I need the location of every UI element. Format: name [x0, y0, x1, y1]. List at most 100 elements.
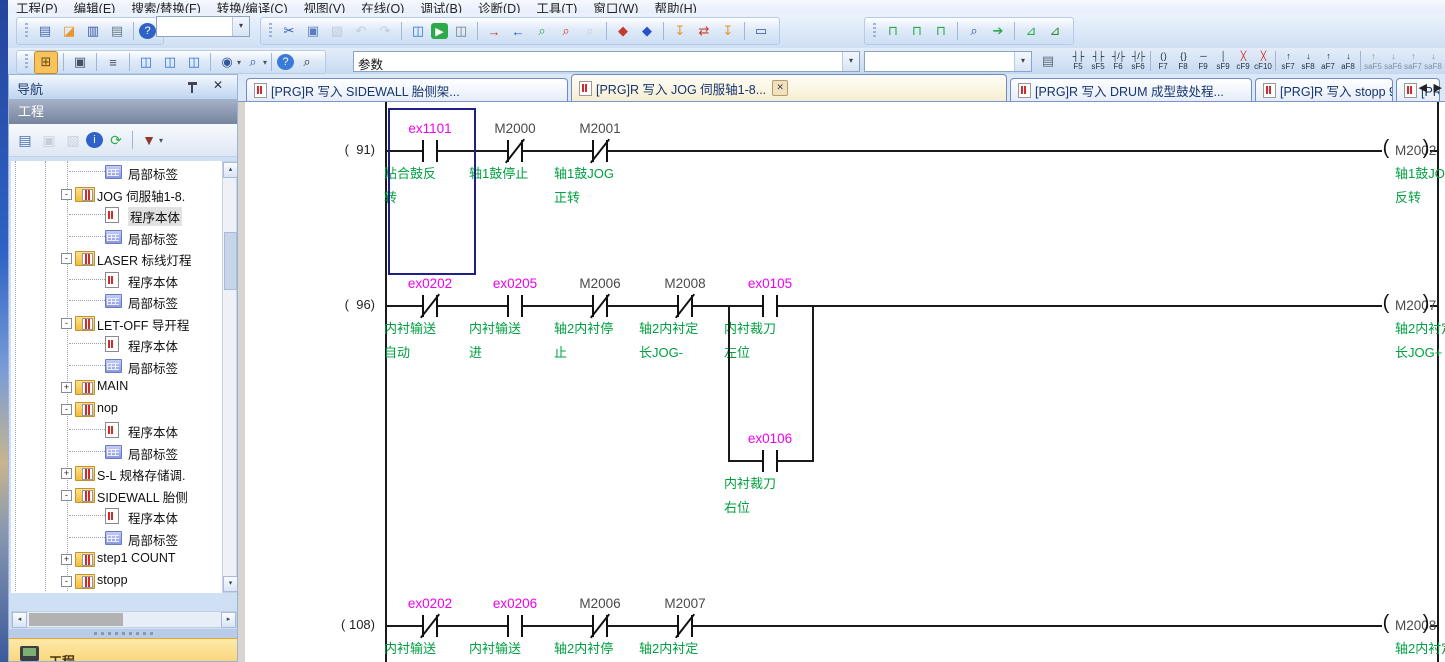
tree-item[interactable]: 局部标签: [11, 441, 222, 463]
ladder-symbol-saF7-icon[interactable]: ↑saF7: [1403, 50, 1423, 72]
tree-item-label[interactable]: 局部标签: [128, 530, 178, 549]
nav-refresh-icon[interactable]: ⟳: [105, 130, 127, 151]
plc-write-icon[interactable]: →: [483, 21, 505, 42]
ladder-symbol-sF6-icon[interactable]: ┤/├sF6: [1128, 50, 1148, 72]
tree-item[interactable]: -LET-OFF 导开程: [11, 312, 222, 334]
menu-item[interactable]: 搜索/替换(F): [123, 0, 208, 14]
menu-item[interactable]: 帮助(H): [646, 0, 704, 14]
tree-item-label[interactable]: 局部标签: [128, 293, 178, 312]
document-tab[interactable]: [PRG]R 写入 stopp 93步: [1255, 78, 1393, 101]
chevron-down-icon[interactable]: ▾: [1014, 52, 1031, 71]
tree-item[interactable]: +S-L 规格存储调.: [11, 462, 222, 484]
scroll-right-icon[interactable]: ▸: [221, 612, 236, 628]
contact-ex0106[interactable]: [760, 449, 780, 473]
sampling-trace-1-icon[interactable]: ⊓: [882, 21, 904, 42]
remote-operation-icon[interactable]: ▭: [750, 21, 772, 42]
sampling-trace-2-icon[interactable]: ⊓: [906, 21, 928, 42]
contact-M2008[interactable]: [675, 294, 695, 318]
ladder-symbol-cF10-icon[interactable]: ╳cF10: [1253, 50, 1273, 72]
tree-item-label[interactable]: S-L 规格存储调.: [97, 465, 185, 484]
verify-icon[interactable]: ⇄: [693, 21, 715, 42]
tree-item[interactable]: - JOG 伺服轴1-8.: [11, 183, 222, 205]
ladder-symbol-F6-icon[interactable]: ┤/├F6: [1108, 50, 1128, 72]
ladder-test-icon[interactable]: ▶: [431, 23, 448, 39]
contact-ex0202[interactable]: [420, 614, 440, 638]
scroll-up-icon[interactable]: ▴: [223, 162, 238, 178]
menu-item[interactable]: 窗口(W): [585, 0, 646, 14]
print-icon[interactable]: ▤: [106, 21, 128, 42]
navigation-toggle-icon[interactable]: ⊞: [34, 51, 58, 74]
monitor-stop-icon[interactable]: ⌕: [555, 21, 577, 42]
ladder-symbol-sF5-icon[interactable]: ┤├sF5: [1088, 50, 1108, 72]
contact-M2006[interactable]: [590, 614, 610, 638]
tree-item-label[interactable]: 局部标签: [128, 358, 178, 377]
window-select-combo[interactable]: 参数 ▾: [353, 51, 860, 72]
cut-icon[interactable]: ✂: [278, 21, 300, 42]
device-find-icon[interactable]: ⌕: [242, 52, 264, 73]
tree-item[interactable]: 程序本体: [11, 269, 222, 291]
save-icon[interactable]: ▥: [82, 21, 104, 42]
new-file-icon[interactable]: ▤: [34, 21, 56, 42]
open-file-icon[interactable]: ◪: [58, 21, 80, 42]
expand-icon[interactable]: +: [61, 554, 72, 565]
ladder-canvas[interactable]: ( 91)ex1101贴合鼓反转M2000轴1鼓停止M2001轴1鼓JOG正转(…: [238, 101, 1445, 662]
scroll-down-icon[interactable]: ▾: [223, 576, 238, 592]
contact-ex0206[interactable]: [505, 614, 525, 638]
nav-sort-icon-dropdown[interactable]: ▾: [159, 136, 163, 145]
scroll-left-icon[interactable]: ◂: [12, 612, 27, 628]
device-display-icon-dropdown[interactable]: ▾: [237, 58, 241, 67]
device-batch-icon[interactable]: ◫: [183, 52, 205, 73]
transfer-icon[interactable]: ↧: [717, 21, 739, 42]
tree-item-label[interactable]: 局部标签: [128, 229, 178, 248]
collapse-icon[interactable]: -: [61, 404, 72, 415]
menu-item[interactable]: 视图(V): [296, 0, 354, 14]
menu-item[interactable]: 转换/编译(C): [209, 0, 296, 14]
collapse-icon[interactable]: -: [61, 318, 72, 329]
tree-item[interactable]: 程序本体: [11, 419, 222, 441]
plc-read-icon[interactable]: ←: [507, 21, 529, 42]
ladder-symbol-cF9-icon[interactable]: ╳cF9: [1233, 50, 1253, 72]
nav-sort-icon[interactable]: ▼: [138, 130, 160, 151]
tree-item-label[interactable]: nop: [97, 401, 118, 415]
nav-copy-icon[interactable]: ▣: [38, 130, 60, 151]
ladder-symbol-sF7-icon[interactable]: ↑sF7: [1278, 50, 1298, 72]
pin-icon[interactable]: [188, 82, 197, 96]
nav-property-icon[interactable]: i: [86, 132, 103, 148]
device-display-icon[interactable]: ◫: [407, 21, 429, 42]
panel-splitter[interactable]: [9, 629, 237, 638]
ladder-symbol-aF7-icon[interactable]: ↑aF7: [1318, 50, 1338, 72]
contact-M2006[interactable]: [590, 294, 610, 318]
tab-close-icon[interactable]: ✕: [772, 80, 788, 96]
tree-vertical-scrollbar[interactable]: ▴ ▾: [222, 161, 237, 593]
tree-item-label[interactable]: step1 COUNT: [97, 551, 176, 565]
tree-item-label[interactable]: 程序本体: [128, 272, 178, 291]
device-memory-icon[interactable]: ◫: [159, 52, 181, 73]
menu-item[interactable]: 工具(T): [528, 0, 585, 14]
tree-item-label[interactable]: JOG 伺服轴1-8.: [97, 186, 185, 205]
ladder-symbol-F5-icon[interactable]: ┤├F5: [1068, 50, 1088, 72]
transfer-setup-icon[interactable]: ↧: [669, 21, 691, 42]
device-find-icon-dropdown[interactable]: ▾: [263, 58, 267, 67]
device-display-icon[interactable]: ◉: [216, 52, 238, 73]
tree-item[interactable]: - SIDEWALL 胎侧: [11, 484, 222, 506]
collapse-icon[interactable]: -: [61, 576, 72, 587]
tree-item-label[interactable]: SIDEWALL 胎侧: [97, 487, 188, 506]
tree-item[interactable]: -stopp: [11, 570, 222, 592]
tree-item-label[interactable]: 局部标签: [128, 164, 178, 183]
menu-item[interactable]: 调试(B): [412, 0, 470, 14]
new-window-icon[interactable]: ▤: [1037, 50, 1059, 71]
ladder-symbol-F7-icon[interactable]: ( )F7: [1153, 50, 1173, 72]
tree-item-label[interactable]: 局部标签: [128, 444, 178, 463]
contact-ex0105[interactable]: [760, 294, 780, 318]
sampling-trace-3-icon[interactable]: ⊓: [930, 21, 952, 42]
paste-icon[interactable]: ▧: [326, 21, 348, 42]
redo-icon[interactable]: ↷: [374, 21, 396, 42]
copy-icon[interactable]: ▣: [302, 21, 324, 42]
find-combo[interactable]: ▾: [864, 51, 1032, 72]
collapse-icon[interactable]: -: [61, 189, 72, 200]
tree-item[interactable]: 局部标签: [11, 527, 222, 549]
expand-icon[interactable]: +: [61, 382, 72, 393]
tree-horizontal-scrollbar[interactable]: ◂ ▸: [11, 611, 237, 628]
help-icon[interactable]: ?: [139, 23, 156, 39]
collapse-icon[interactable]: -: [61, 490, 72, 501]
